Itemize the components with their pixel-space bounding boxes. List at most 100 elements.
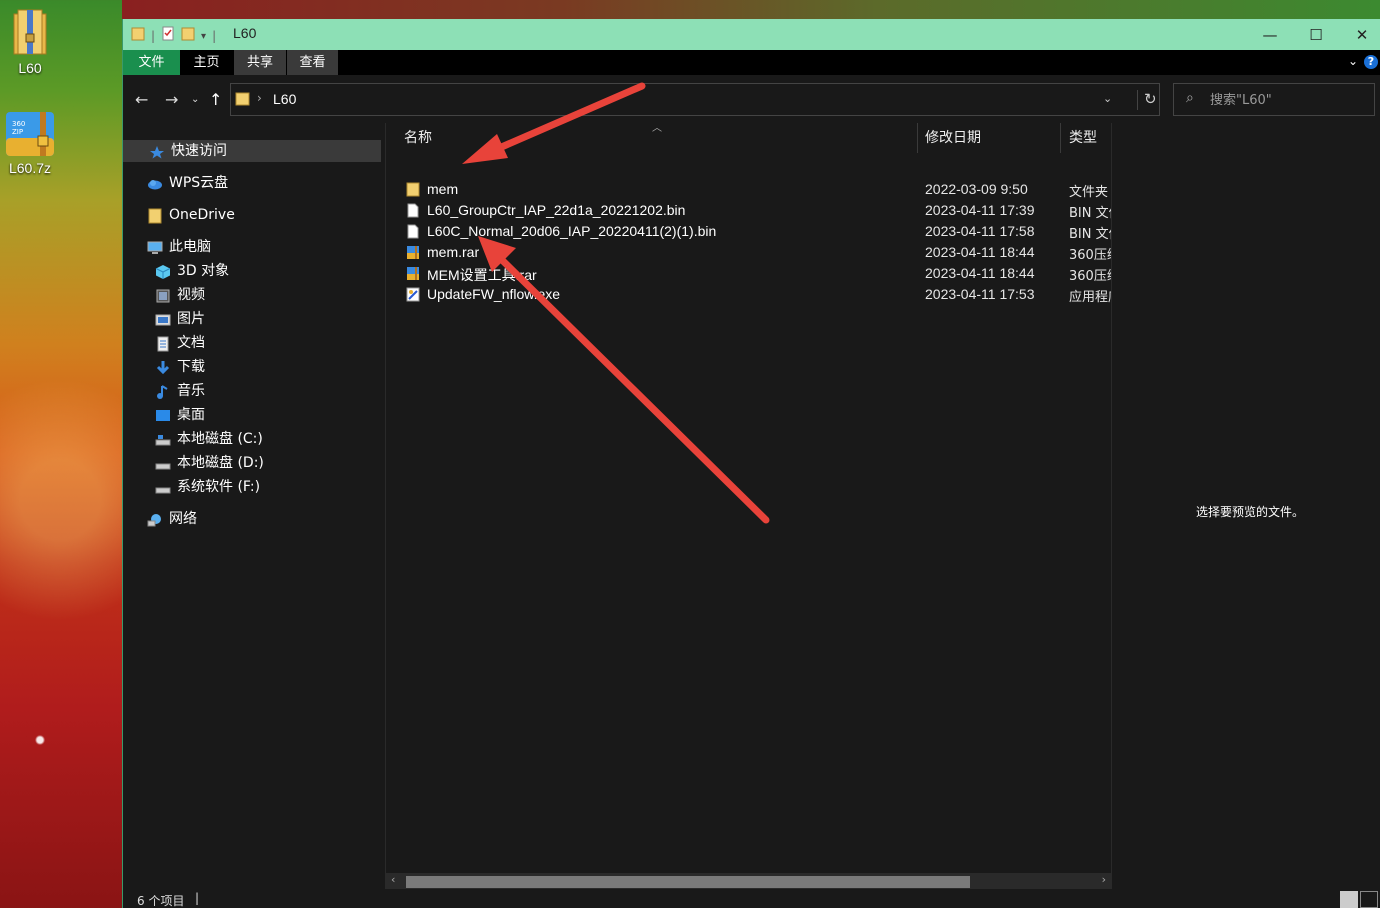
nav-item-label: 此电脑 (169, 239, 211, 255)
nav-item-documents[interactable]: 文档 (155, 332, 205, 354)
scrollbar-thumb[interactable] (406, 876, 970, 888)
nav-item-label: 本地磁盘 (C:) (177, 431, 263, 447)
star-icon (149, 144, 165, 159)
column-header-name[interactable]: 名称 (396, 123, 916, 153)
file-row[interactable]: mem.rar 2023-04-11 18:44 360压缩 (386, 242, 1111, 263)
status-bar: 6 个项目 | (123, 889, 1380, 908)
explorer-window: | ▾ | L60 — ☐ ✕ 文件 主页 共享 查看 ⌄ ? ← → ⌄ ↑ … (122, 19, 1380, 908)
file-row[interactable]: UpdateFW_nflow.exe 2023-04-11 17:53 应用程序 (386, 284, 1111, 305)
minimize-button[interactable]: — (1247, 19, 1293, 50)
nav-item-downloads[interactable]: 下载 (155, 356, 205, 378)
details-view-button[interactable] (1340, 891, 1358, 908)
search-icon: ⌕ (1186, 90, 1194, 106)
file-name: mem.rar (427, 244, 480, 260)
music-icon (155, 384, 171, 399)
column-header-type[interactable]: 类型 (1061, 123, 1111, 153)
nav-item-label: OneDrive (169, 207, 235, 223)
horizontal-scrollbar[interactable]: ‹ › (386, 873, 1111, 889)
recent-locations-chevron-icon[interactable]: ⌄ (191, 94, 199, 105)
breadcrumb-l60[interactable]: L60 (273, 91, 296, 107)
title-bar: | ▾ | L60 — ☐ ✕ (123, 19, 1380, 50)
file-date: 2023-04-11 17:53 (925, 286, 1035, 302)
exe-icon (406, 287, 420, 302)
nav-item-music[interactable]: 音乐 (155, 380, 205, 402)
file-date: 2022-03-09 9:50 (925, 181, 1028, 197)
nav-item-drive-f[interactable]: 系统软件 (F:) (155, 476, 260, 498)
address-bar[interactable]: › L60 ⌄ ↻ (230, 83, 1160, 116)
file-row[interactable]: MEM设置工具.rar 2023-04-11 18:44 360压缩 (386, 263, 1111, 284)
scroll-left-chevron-icon[interactable]: ‹ (391, 873, 395, 886)
window-title: L60 (233, 25, 257, 41)
video-icon (155, 288, 171, 303)
desktop-icon-label: L60.7z (8, 160, 52, 176)
file-name: L60_GroupCtr_IAP_22d1a_20221202.bin (427, 202, 686, 218)
nav-item-label: 快速访问 (171, 143, 227, 159)
new-folder-icon[interactable] (181, 26, 195, 46)
nav-item-label: 文档 (177, 335, 205, 351)
nav-item-desktop[interactable]: 桌面 (155, 404, 205, 426)
folder-icon (131, 26, 145, 46)
download-icon (155, 360, 171, 375)
tab-file[interactable]: 文件 (123, 50, 180, 75)
column-header-date[interactable]: 修改日期 (917, 123, 1060, 153)
nav-item-drive-d[interactable]: 本地磁盘 (D:) (155, 452, 264, 474)
nav-item-label: WPS云盘 (169, 175, 229, 191)
scroll-right-chevron-icon[interactable]: › (1102, 873, 1106, 886)
file-row[interactable]: L60C_Normal_20d06_IAP_20220411(2)(1).bin… (386, 221, 1111, 242)
properties-icon[interactable] (161, 26, 175, 46)
network-icon (147, 512, 163, 527)
nav-item-label: 图片 (177, 311, 205, 327)
file-row[interactable]: L60_GroupCtr_IAP_22d1a_20221202.bin 2023… (386, 200, 1111, 221)
nav-item-label: 网络 (169, 511, 197, 527)
desktop-icon (155, 408, 171, 422)
search-input[interactable] (1210, 90, 1370, 110)
svg-text:360: 360 (12, 120, 25, 128)
nav-item-onedrive[interactable]: OneDrive (147, 204, 235, 226)
tab-view[interactable]: 查看 (287, 50, 338, 75)
file-type: 文件夹 (1069, 185, 1109, 200)
nav-item-wps-cloud[interactable]: WPS云盘 (147, 172, 228, 194)
drive-icon (155, 456, 171, 470)
maximize-button[interactable]: ☐ (1293, 19, 1339, 50)
search-box[interactable]: ⌕ (1173, 83, 1375, 116)
close-button[interactable]: ✕ (1339, 19, 1380, 50)
file-row[interactable]: mem 2022-03-09 9:50 文件夹 (386, 179, 1111, 200)
nav-item-quick-access[interactable]: 快速访问 (123, 140, 381, 162)
tab-home[interactable]: 主页 (180, 50, 233, 75)
nav-item-3d-objects[interactable]: 3D 对象 (155, 260, 229, 282)
address-dropdown-chevron-icon[interactable]: ⌄ (1103, 92, 1112, 105)
refresh-icon[interactable]: ↻ (1137, 90, 1157, 110)
document-icon (155, 336, 171, 352)
desktop-top-strip (122, 0, 1380, 20)
nav-item-videos[interactable]: 视频 (155, 284, 205, 306)
nav-item-this-pc[interactable]: 此电脑 (147, 236, 211, 258)
help-icon[interactable]: ? (1364, 55, 1378, 69)
nav-item-network[interactable]: 网络 (147, 508, 197, 530)
tab-share[interactable]: 共享 (234, 50, 286, 75)
desktop-icon-l60-7z[interactable]: 360 ZIP L60.7z (0, 108, 70, 176)
cube-icon (155, 264, 171, 279)
file-name: MEM设置工具.rar (427, 267, 537, 283)
file-date: 2023-04-11 18:44 (925, 265, 1035, 281)
computer-icon (147, 240, 163, 254)
file-list: ︿ 名称 修改日期 类型 mem 2022-03-09 9:50 文件夹 L60… (386, 123, 1111, 889)
large-icons-view-button[interactable] (1360, 891, 1378, 908)
nav-item-label: 视频 (177, 287, 205, 303)
nav-item-label: 音乐 (177, 383, 205, 399)
address-toolbar: ← → ⌄ ↑ › L60 ⌄ ↻ ⌕ (123, 75, 1380, 123)
up-arrow-icon[interactable]: ↑ (209, 90, 222, 109)
folder-icon (147, 208, 163, 224)
back-arrow-icon[interactable]: ← (135, 90, 148, 109)
folder-archive-icon (10, 8, 50, 56)
picture-icon (155, 312, 171, 326)
forward-arrow-icon[interactable]: → (165, 90, 178, 109)
expand-ribbon-chevron-icon[interactable]: ⌄ (1348, 54, 1358, 68)
folder-icon (406, 182, 420, 197)
file-type: BIN 文件 (1069, 227, 1111, 242)
preview-pane: 选择要预览的文件。 (1111, 123, 1380, 889)
nav-item-pictures[interactable]: 图片 (155, 308, 205, 330)
customize-toolbar-chevron-icon[interactable]: ▾ (201, 31, 206, 42)
drive-icon (155, 480, 171, 494)
desktop-icon-l60[interactable]: L60 (0, 8, 70, 76)
nav-item-drive-c[interactable]: 本地磁盘 (C:) (155, 428, 263, 450)
